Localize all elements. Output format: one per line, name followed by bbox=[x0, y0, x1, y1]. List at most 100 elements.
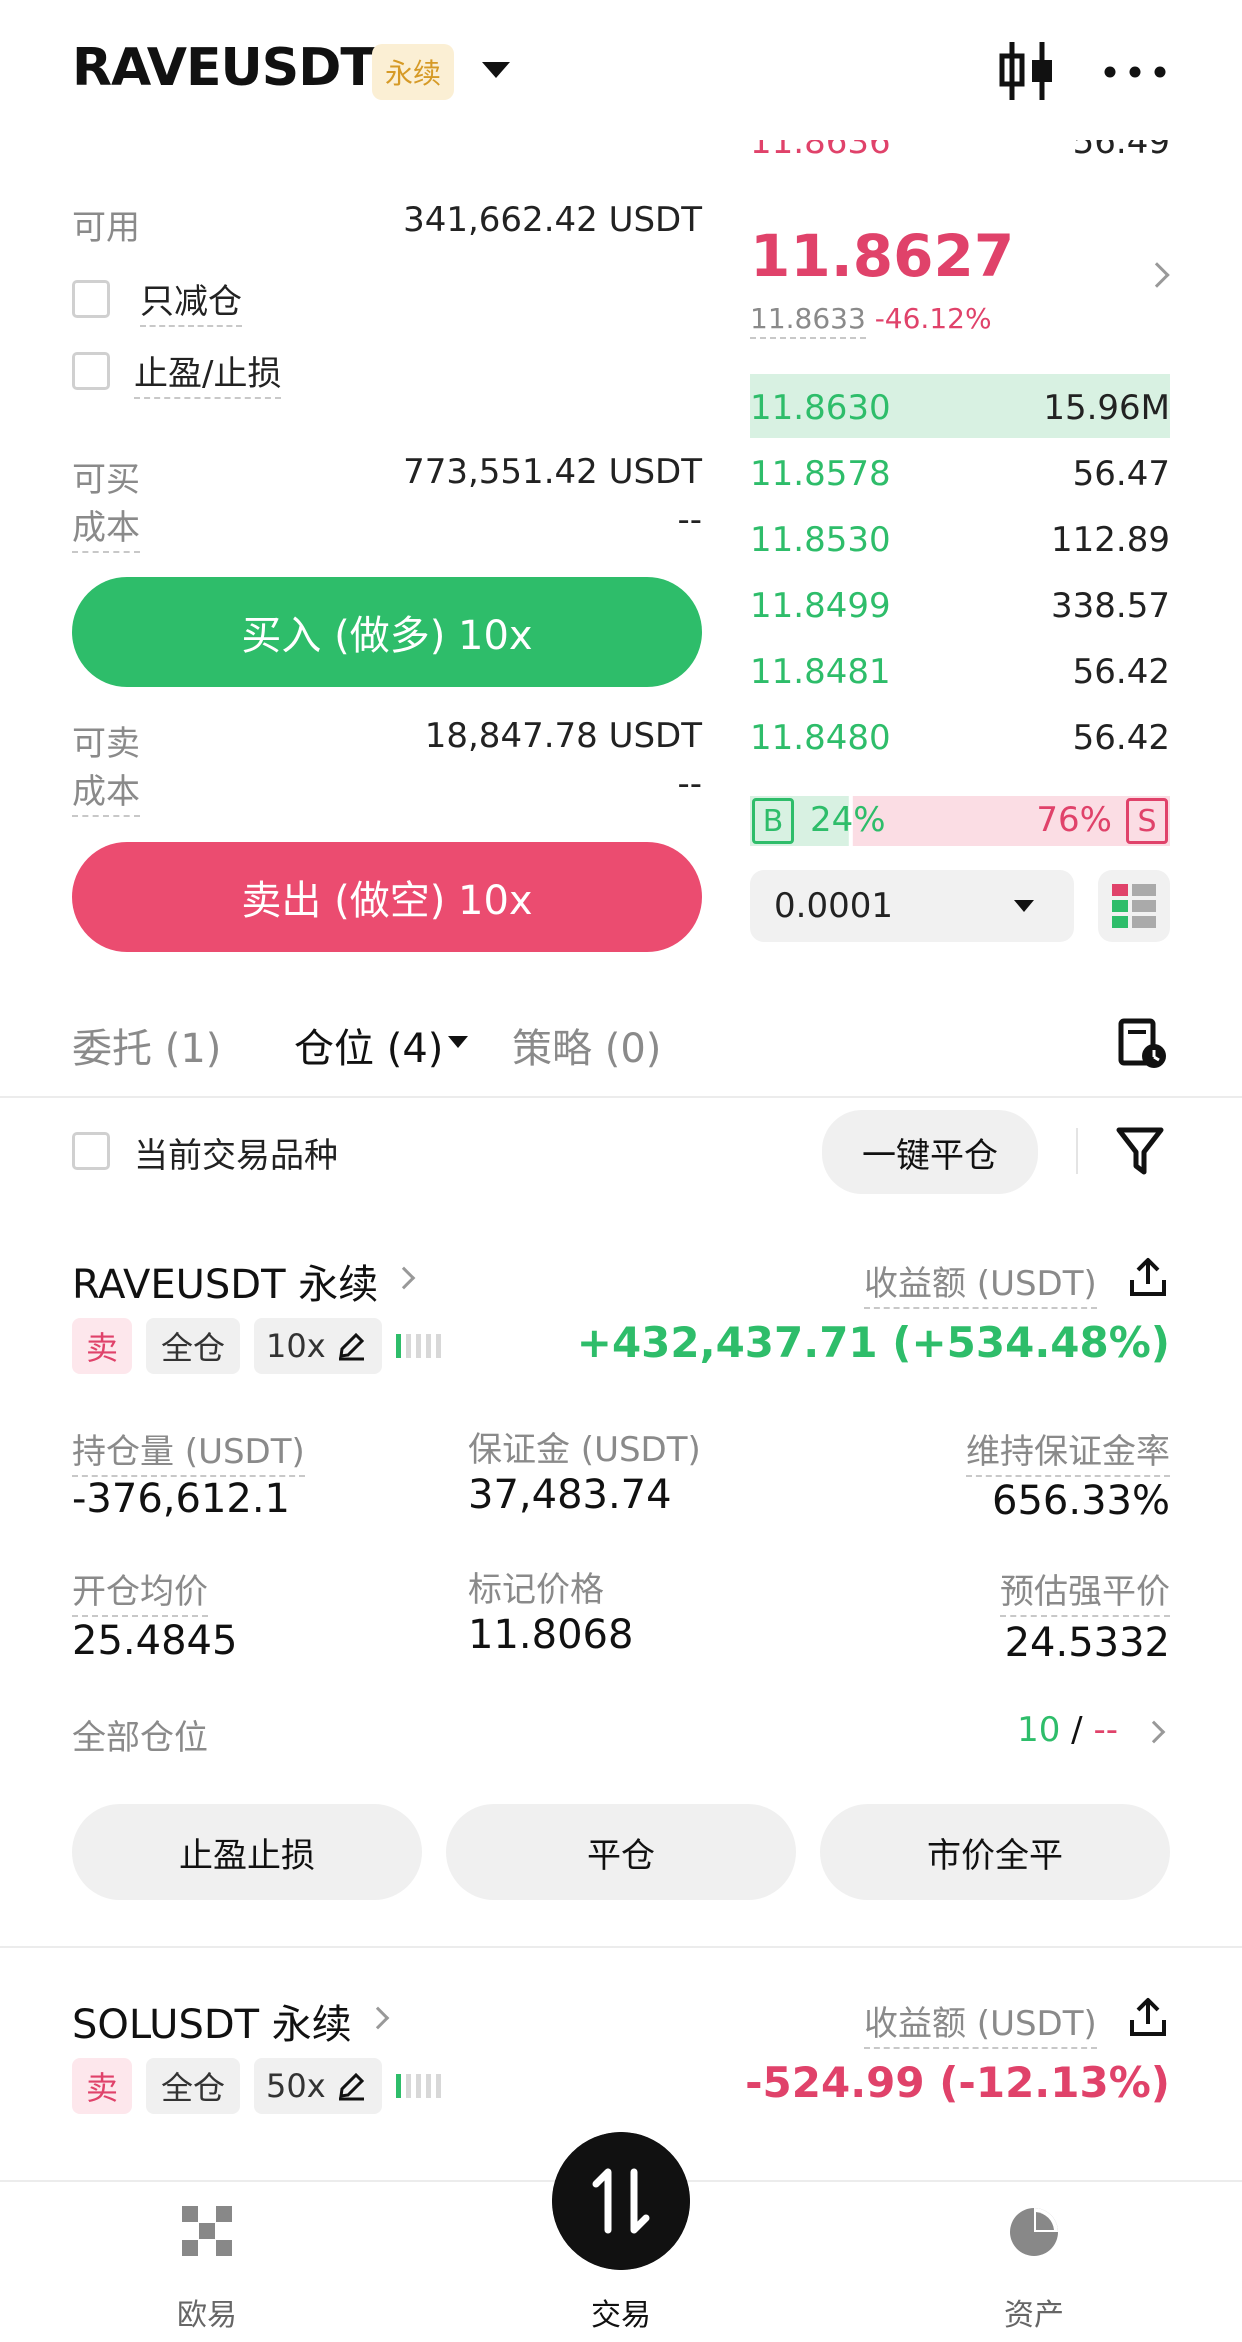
bid-price[interactable]: 11.8578 bbox=[750, 454, 891, 494]
leverage-value: 10x bbox=[266, 1327, 326, 1365]
candlestick-icon[interactable] bbox=[998, 40, 1056, 102]
price-change: -46.12% bbox=[874, 302, 992, 335]
more-icon[interactable] bbox=[1104, 66, 1166, 78]
card-divider bbox=[0, 1946, 1242, 1948]
ask-price: 11.8636 bbox=[750, 140, 891, 162]
chevron-right-icon[interactable] bbox=[1144, 262, 1170, 288]
pnl-value: +432,437.71 (+534.48%) bbox=[576, 1318, 1170, 1367]
buy-long-button[interactable]: 买入 (做多) 10x bbox=[72, 577, 702, 687]
mark-price-value: 11.8068 bbox=[468, 1612, 634, 1658]
can-buy-label: 可买 bbox=[72, 460, 140, 500]
size-value: -376,612.1 bbox=[72, 1476, 291, 1522]
price-sub-line: 11.8633 -46.12% bbox=[750, 302, 992, 339]
buy-ratio-text: 24% bbox=[810, 800, 886, 840]
margin-value: 37,483.74 bbox=[468, 1472, 672, 1518]
cost-value: -- bbox=[677, 500, 702, 540]
entry-price-value: 25.4845 bbox=[72, 1618, 238, 1664]
size-label[interactable]: 持仓量 (USDT) bbox=[72, 1424, 305, 1477]
available-value: 341,662.42 USDT bbox=[403, 200, 702, 240]
tp-sl-button[interactable]: 止盈止损 bbox=[72, 1804, 422, 1900]
pnl-label[interactable]: 收益额 (USDT) bbox=[864, 1256, 1097, 1309]
all-positions-label[interactable]: 全部仓位 bbox=[72, 1710, 208, 1759]
chevron-right-icon[interactable] bbox=[392, 1266, 416, 1290]
nav-home-label[interactable]: 欧易 bbox=[107, 2290, 307, 2334]
sell-short-button[interactable]: 卖出 (做空) 10x bbox=[72, 842, 702, 952]
assets-pie-icon[interactable] bbox=[1008, 2206, 1060, 2258]
filter-icon[interactable] bbox=[1116, 1126, 1164, 1176]
risk-level-bars bbox=[396, 1334, 441, 1358]
symbol-title[interactable]: RAVEUSDT bbox=[72, 38, 376, 98]
perpetual-badge: 永续 bbox=[372, 44, 454, 100]
mmr-value: 656.33% bbox=[992, 1478, 1170, 1524]
bid-price[interactable]: 11.8630 bbox=[750, 388, 891, 428]
available-label: 可用 bbox=[72, 208, 140, 248]
chevron-down-icon[interactable] bbox=[482, 62, 510, 78]
bid-price[interactable]: 11.8530 bbox=[750, 520, 891, 560]
mark-price: 11.8633 bbox=[750, 302, 866, 339]
can-buy-value: 773,551.42 USDT bbox=[403, 452, 702, 492]
position-title[interactable]: RAVEUSDT 永续 bbox=[72, 1252, 378, 1310]
reduce-only-checkbox[interactable] bbox=[72, 280, 110, 318]
tab-orders[interactable]: 委托 (1) bbox=[72, 1016, 221, 1074]
bid-qty[interactable]: 56.42 bbox=[1073, 652, 1170, 692]
bid-qty[interactable]: 338.57 bbox=[1051, 586, 1170, 626]
tp-sl-label[interactable]: 止盈/止损 bbox=[134, 346, 282, 399]
bid-price[interactable]: 11.8481 bbox=[750, 652, 891, 692]
share-icon[interactable] bbox=[1128, 1996, 1168, 2038]
edit-icon bbox=[338, 2072, 364, 2101]
tab-positions[interactable]: 仓位 (4) bbox=[294, 1016, 443, 1074]
all-positions-count[interactable]: 10 / -- bbox=[1017, 1710, 1118, 1750]
mark-price-label: 标记价格 bbox=[468, 1570, 604, 1610]
liq-price-label[interactable]: 预估强平价 bbox=[1000, 1564, 1170, 1617]
bid-qty[interactable]: 15.96M bbox=[1043, 388, 1170, 428]
margin-label: 保证金 (USDT) bbox=[468, 1430, 701, 1470]
side-tag: 卖 bbox=[72, 2058, 132, 2114]
close-position-button[interactable]: 平仓 bbox=[446, 1804, 796, 1900]
sell-cost-label: 成本 bbox=[72, 764, 140, 817]
pnl-label[interactable]: 收益额 (USDT) bbox=[864, 1996, 1097, 2049]
bid-qty[interactable]: 112.89 bbox=[1051, 520, 1170, 560]
leverage-tag[interactable]: 10x bbox=[254, 1318, 382, 1374]
bid-qty[interactable]: 56.42 bbox=[1073, 718, 1170, 758]
tp-sl-checkbox[interactable] bbox=[72, 352, 110, 390]
entry-price-label[interactable]: 开仓均价 bbox=[72, 1564, 208, 1617]
current-symbol-label[interactable]: 当前交易品种 bbox=[134, 1128, 338, 1177]
all-positions-number: 10 bbox=[1017, 1710, 1061, 1750]
order-history-icon[interactable] bbox=[1118, 1018, 1168, 1070]
bid-price[interactable]: 11.8480 bbox=[750, 718, 891, 758]
tick-size-select[interactable]: 0.0001 bbox=[750, 870, 1074, 942]
risk-level-bars bbox=[396, 2074, 441, 2098]
current-symbol-checkbox[interactable] bbox=[72, 1132, 110, 1170]
book-layout-icon[interactable] bbox=[1098, 870, 1170, 942]
nav-assets-label[interactable]: 资产 bbox=[934, 2290, 1134, 2334]
sell-cost-value: -- bbox=[677, 764, 702, 804]
chevron-right-icon[interactable] bbox=[1142, 1720, 1166, 1744]
ask-row-clipped[interactable]: 11.8636 56.49 bbox=[750, 140, 1170, 174]
okx-logo-icon[interactable] bbox=[182, 2206, 232, 2256]
pnl-value: -524.99 (-12.13%) bbox=[745, 2058, 1170, 2107]
tabs-divider bbox=[0, 1096, 1242, 1098]
tick-size-value: 0.0001 bbox=[774, 886, 893, 926]
position-title[interactable]: SOLUSDT 永续 bbox=[72, 1992, 352, 2050]
chevron-down-icon bbox=[1014, 900, 1034, 912]
buy-letter-badge: B bbox=[752, 798, 794, 844]
side-tag: 卖 bbox=[72, 1318, 132, 1374]
close-all-button[interactable]: 一键平仓 bbox=[822, 1110, 1038, 1194]
nav-trade-label[interactable]: 交易 bbox=[521, 2290, 721, 2334]
bid-qty[interactable]: 56.47 bbox=[1073, 454, 1170, 494]
tab-strategies[interactable]: 策略 (0) bbox=[512, 1016, 661, 1074]
chevron-down-icon[interactable] bbox=[448, 1036, 468, 1048]
trade-swap-icon[interactable] bbox=[552, 2132, 690, 2270]
share-icon[interactable] bbox=[1128, 1256, 1168, 1298]
mmr-label[interactable]: 维持保证金率 bbox=[966, 1424, 1170, 1477]
chevron-right-icon[interactable] bbox=[366, 2006, 390, 2030]
reduce-only-label[interactable]: 只减仓 bbox=[140, 274, 242, 327]
bid-price[interactable]: 11.8499 bbox=[750, 586, 891, 626]
edit-icon bbox=[338, 1332, 364, 1361]
leverage-tag[interactable]: 50x bbox=[254, 2058, 382, 2114]
margin-mode-tag: 全仓 bbox=[146, 1318, 240, 1374]
last-price[interactable]: 11.8627 bbox=[750, 222, 1014, 290]
margin-mode-tag: 全仓 bbox=[146, 2058, 240, 2114]
market-close-button[interactable]: 市价全平 bbox=[820, 1804, 1170, 1900]
all-positions-sep: / bbox=[1071, 1710, 1083, 1750]
